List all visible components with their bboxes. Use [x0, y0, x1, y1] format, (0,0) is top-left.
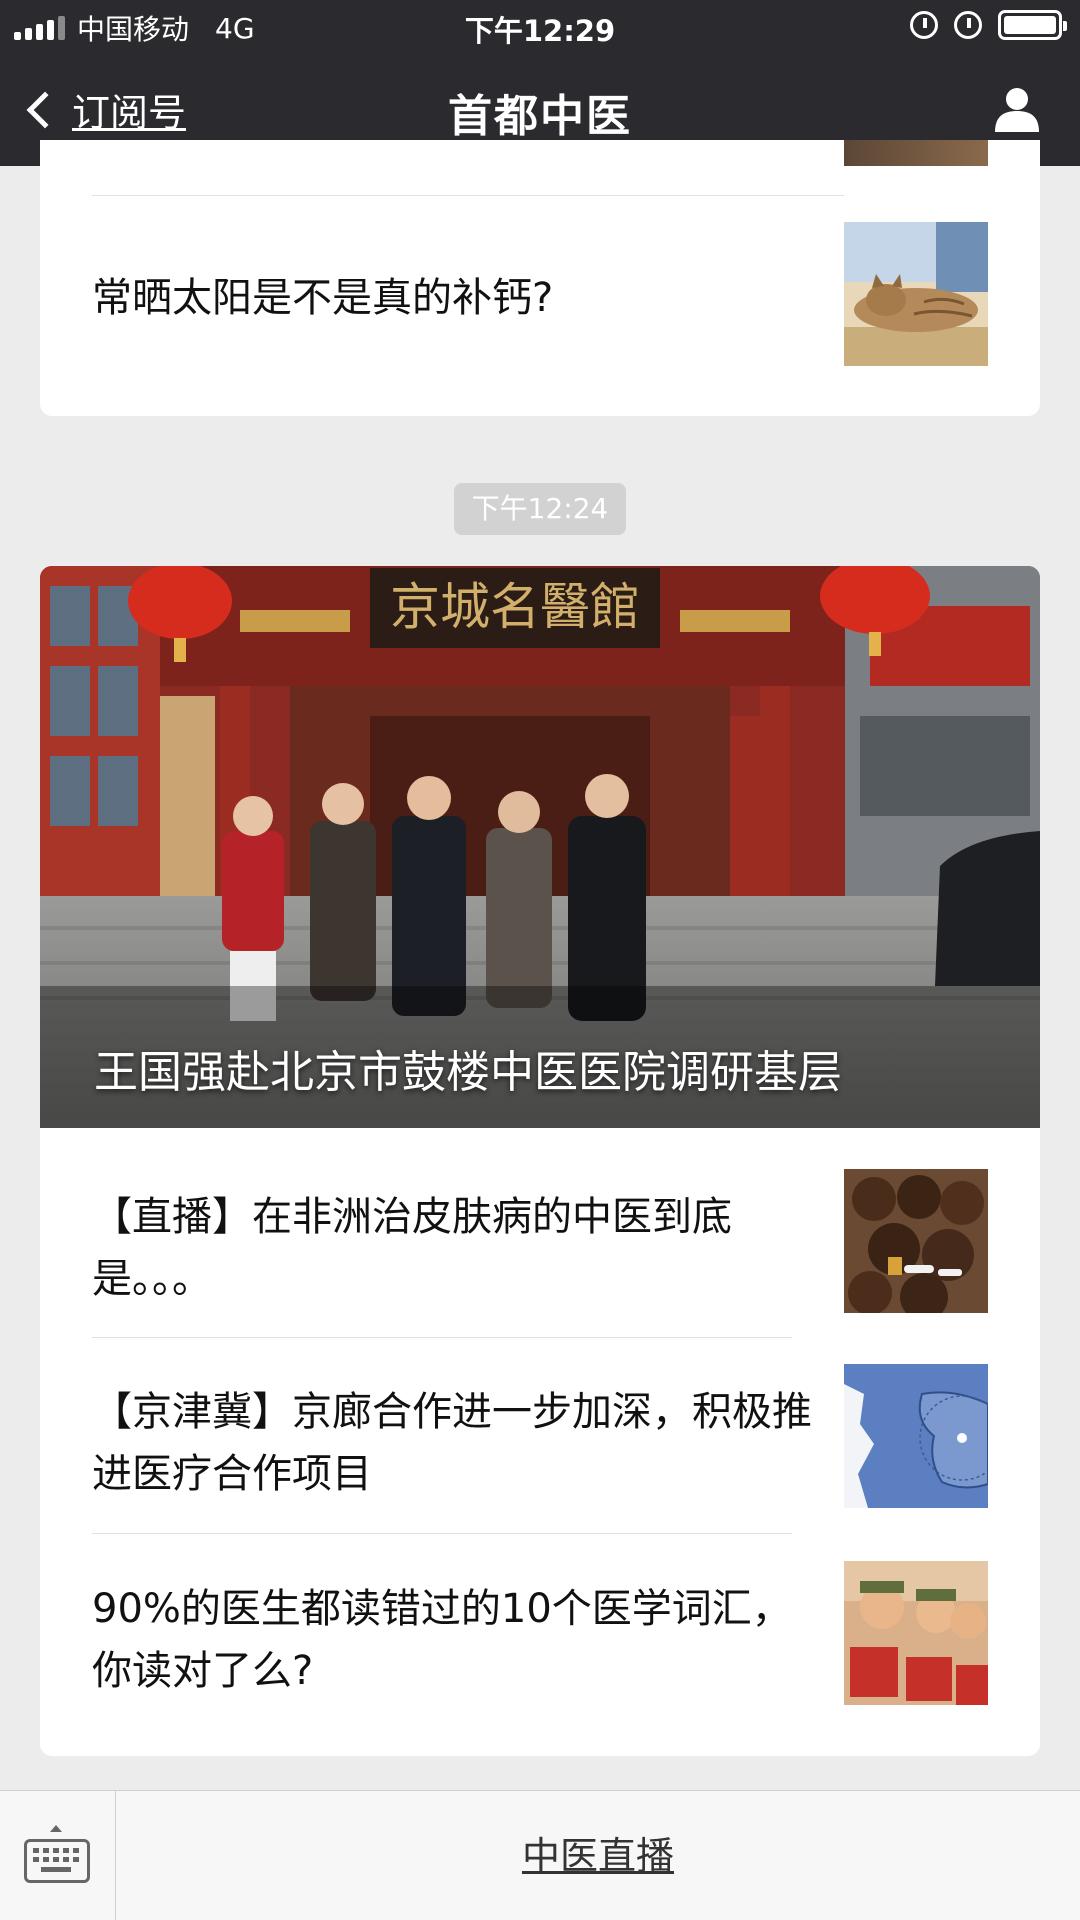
article-title[interactable]: 常晒太阳是不是真的补钙? [92, 267, 812, 329]
divider [92, 1337, 792, 1338]
hero-article[interactable]: 京城名醫館 王国强赴北京市鼓楼中医医院调研基层 [40, 566, 1040, 1128]
hero-caption: 王国强赴北京市鼓楼中医医院调研基层 [94, 1047, 842, 1098]
map-image[interactable] [844, 1364, 988, 1508]
article-card: 京城名醫館 王国强赴北京市鼓楼中医医院调研基层 【直播】在非洲治皮肤病的中医到底… [40, 566, 1040, 1756]
article-card: 常晒太阳是不是真的补钙? [40, 140, 1040, 416]
caret-up-icon [50, 1825, 62, 1832]
menu-item-tcm-live[interactable]: 中医直播 [116, 1791, 1080, 1920]
cat-sunbathing-image[interactable] [844, 222, 988, 366]
previous-thumbnail [844, 140, 988, 166]
divider [92, 195, 844, 196]
sign-text: 京城名醫館 [390, 578, 640, 636]
keyboard-icon [24, 1839, 90, 1883]
alarm-icon [954, 11, 982, 39]
children-photo[interactable] [844, 1169, 988, 1313]
status-bar: 中国移动 4G 下午12:29 [0, 0, 1080, 54]
divider [92, 1533, 792, 1534]
page-title: 首都中医 [448, 91, 632, 142]
article-title[interactable]: 【直播】在非洲治皮肤病的中医到底是。。。 [92, 1186, 812, 1310]
article-title[interactable]: 90%的医生都读错过的10个医学词汇，你读对了么? [92, 1578, 812, 1702]
bottom-menu-bar: 中医直播 [0, 1790, 1080, 1920]
keyboard-toggle-button[interactable] [0, 1791, 116, 1920]
rotation-lock-icon [910, 11, 938, 39]
time-separator: 下午12:24 [454, 483, 626, 535]
poster-image[interactable] [844, 1561, 988, 1705]
user-icon[interactable] [992, 84, 1042, 134]
battery-icon [998, 10, 1067, 40]
article-title[interactable]: 【京津冀】京廊合作进一步加深，积极推进医疗合作项目 [92, 1381, 812, 1505]
